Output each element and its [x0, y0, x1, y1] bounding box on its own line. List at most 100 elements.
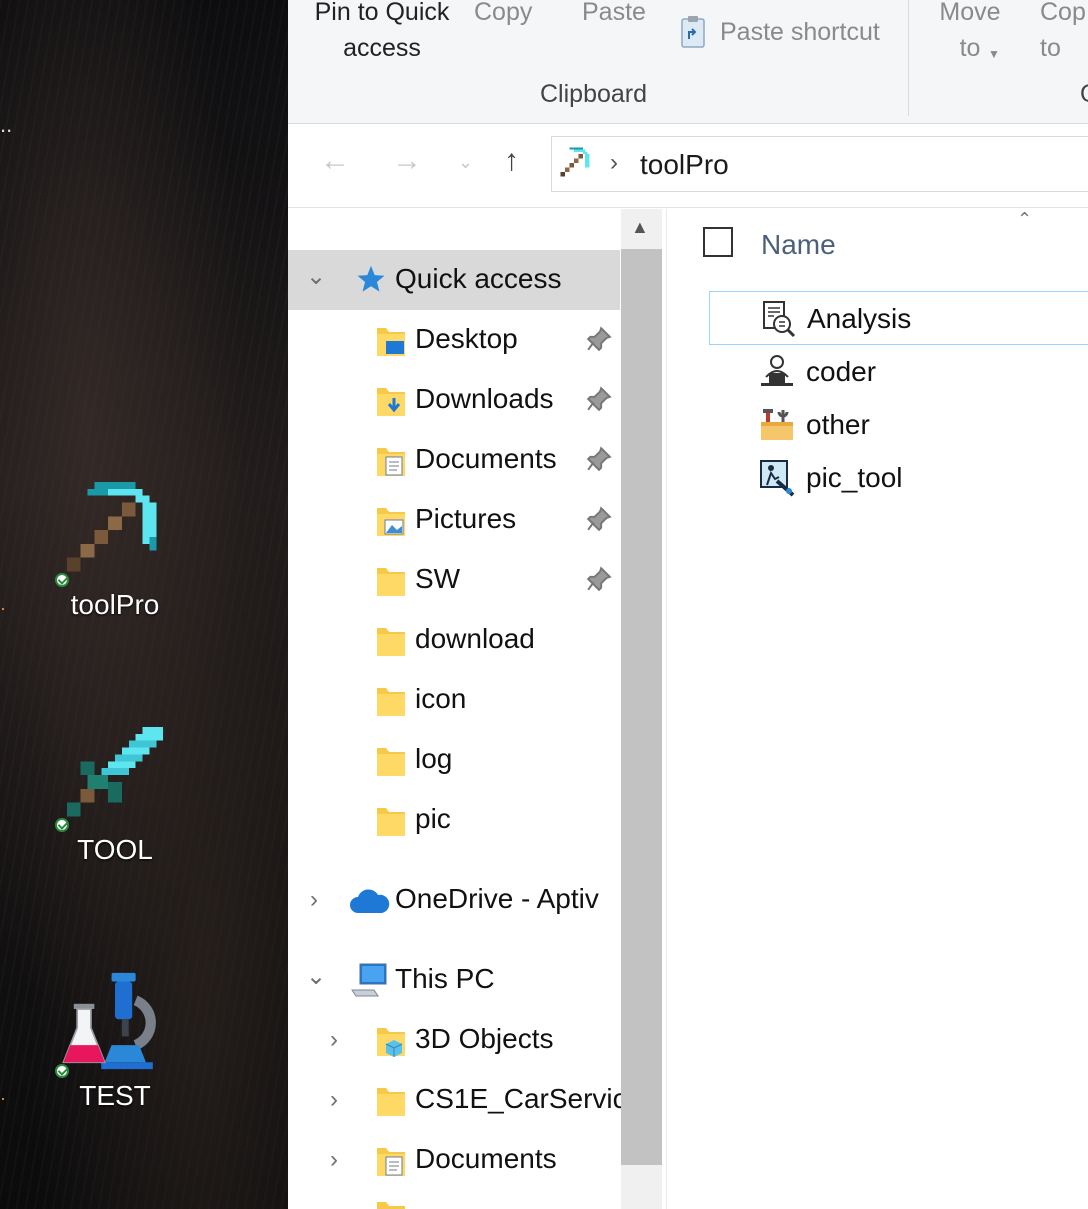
folder-icon: [377, 688, 405, 716]
folder-icon: [377, 628, 405, 656]
tree-item-icon[interactable]: icon: [288, 670, 620, 730]
select-all-checkbox[interactable]: [703, 227, 733, 257]
tree-label: Pictures: [415, 503, 517, 534]
navigation-pane: ⌄ Quick access Desktop Downloads Documen…: [288, 209, 642, 1209]
tree-item-pc-documents[interactable]: › Documents: [288, 1130, 620, 1190]
file-item-other[interactable]: other: [709, 398, 1088, 452]
tree-item-cs1e-carservice[interactable]: › CS1E_CarService: [288, 1070, 642, 1130]
diamond-pickaxe-icon: [66, 481, 157, 572]
nav-pane-scrollbar[interactable]: ▲: [621, 209, 662, 1209]
tree-item-download[interactable]: download: [288, 610, 620, 670]
navigation-bar: ← → ⌄ ↑ › toolPro: [288, 124, 1088, 208]
copy-button[interactable]: Copy: [474, 0, 532, 30]
tree-label: OneDrive - Aptiv: [395, 883, 599, 914]
tree-item-pic[interactable]: pic: [288, 790, 620, 850]
folder-icon: [377, 808, 405, 836]
tree-item-onedrive[interactable]: › OneDrive - Aptiv: [288, 870, 620, 930]
pin-icon[interactable]: [586, 566, 612, 597]
desktop-edge-mark: ·: [0, 598, 6, 618]
chevron-down-icon: ▼: [988, 47, 1000, 61]
file-item-coder[interactable]: coder: [709, 345, 1088, 399]
up-arrow-icon[interactable]: ↑: [504, 144, 519, 178]
paste-shortcut-icon: [681, 16, 705, 48]
tree-label: icon: [415, 683, 467, 714]
address-bar[interactable]: › toolPro: [551, 136, 1088, 192]
tree-item-sw[interactable]: SW: [288, 550, 620, 610]
desktop-icon-test[interactable]: TEST: [40, 966, 190, 1112]
desktop-icon-label: TOOL: [77, 834, 153, 865]
folder-icon: [377, 748, 405, 776]
tree-item-pictures[interactable]: Pictures: [288, 490, 620, 550]
ribbon: Pin to Quick access Copy Paste Paste sho…: [288, 0, 1088, 124]
pin-icon[interactable]: [586, 446, 612, 477]
tree-item-3d-objects[interactable]: › 3D Objects: [288, 1010, 620, 1070]
chevron-right-icon[interactable]: ›: [310, 886, 318, 914]
chevron-right-icon[interactable]: ›: [330, 1086, 338, 1114]
tree-item-this-pc[interactable]: ⌄ This PC: [288, 950, 620, 1010]
lab-microscope-icon: [62, 972, 156, 1070]
sync-status-icon: [55, 573, 69, 587]
tree-label: Downloads: [415, 383, 554, 414]
paste-button[interactable]: Paste: [582, 0, 646, 30]
paste-shortcut-button[interactable]: Paste shortcut: [680, 14, 880, 50]
chevron-down-icon[interactable]: ⌄: [306, 262, 326, 291]
desktop-icon-label: toolPro: [70, 589, 160, 620]
tree-item-quick-access[interactable]: ⌄ Quick access: [288, 250, 620, 310]
file-item-label: pic_tool: [806, 462, 903, 493]
quick-access-star-icon: [357, 265, 385, 292]
tree-item-desktop[interactable]: Desktop: [288, 310, 620, 370]
tree-label: This PC: [395, 963, 495, 994]
tree-item-downloads[interactable]: Downloads: [288, 370, 620, 430]
folder-icon: [377, 568, 405, 596]
3d-objects-folder-icon: [377, 1028, 405, 1057]
forward-arrow-icon[interactable]: →: [392, 144, 422, 178]
tree-item-log[interactable]: log: [288, 730, 620, 790]
file-item-label: Analysis: [807, 303, 912, 334]
file-item-pic-tool[interactable]: pic_tool: [709, 451, 1088, 505]
file-item-analysis[interactable]: Analysis: [709, 291, 1088, 345]
sync-status-icon: [55, 818, 69, 832]
chevron-right-icon[interactable]: ›: [330, 1146, 338, 1174]
desktop-icon-tool[interactable]: TOOL: [40, 720, 190, 866]
tree-item-partial[interactable]: [288, 1190, 620, 1209]
pin-to-quick-access-button[interactable]: Pin to Quick access: [302, 0, 462, 66]
tree-label: SW: [415, 563, 461, 594]
downloads-folder-icon: [377, 388, 405, 416]
scroll-up-arrow-icon[interactable]: ▲: [631, 217, 649, 238]
coder-icon: [761, 355, 793, 386]
tree-item-documents[interactable]: Documents: [288, 430, 620, 490]
folder-icon: [377, 1088, 405, 1116]
scroll-thumb[interactable]: [621, 249, 662, 1165]
pic-tool-icon: [760, 460, 795, 497]
tree-label: download: [415, 623, 535, 654]
tree-label: Documents: [415, 1143, 557, 1174]
diamond-pickaxe-icon: [560, 147, 590, 177]
copy-to-button[interactable]: Cop to: [1040, 0, 1088, 66]
recent-locations-chevron-icon[interactable]: ⌄: [458, 152, 473, 173]
desktop-folder-icon: [377, 328, 405, 356]
pin-icon[interactable]: [586, 506, 612, 537]
documents-folder-icon: [377, 448, 405, 476]
back-arrow-icon[interactable]: ←: [320, 144, 350, 178]
desktop: .. · · toolPro TOOL TEST: [0, 0, 288, 1209]
column-header-name[interactable]: Name: [761, 229, 836, 261]
file-list-pane: ⌃ Name Analysis coder other pic_tool: [666, 209, 1088, 1209]
analysis-icon: [763, 301, 796, 338]
pin-icon[interactable]: [586, 386, 612, 417]
chevron-right-icon[interactable]: ›: [330, 1026, 338, 1054]
diamond-sword-icon: [66, 726, 164, 817]
paste-shortcut-label: Paste shortcut: [720, 18, 880, 46]
folder-icon: [377, 1202, 405, 1209]
desktop-icon-toolpro[interactable]: toolPro: [40, 475, 190, 621]
copy-to-label: Cop to: [1040, 0, 1086, 62]
chevron-down-icon[interactable]: ⌄: [306, 962, 326, 991]
move-to-button[interactable]: Move to ▼: [932, 0, 1008, 66]
tree-label: Desktop: [415, 323, 518, 354]
toolbox-icon: [761, 409, 793, 440]
desktop-edge-mark: ·: [0, 1088, 6, 1108]
pin-icon[interactable]: [586, 326, 612, 357]
desktop-icon-label: TEST: [79, 1080, 151, 1111]
breadcrumb-chevron-icon[interactable]: ›: [610, 149, 618, 177]
breadcrumb-toolpro[interactable]: toolPro: [640, 149, 729, 181]
tree-label: Documents: [415, 443, 557, 474]
